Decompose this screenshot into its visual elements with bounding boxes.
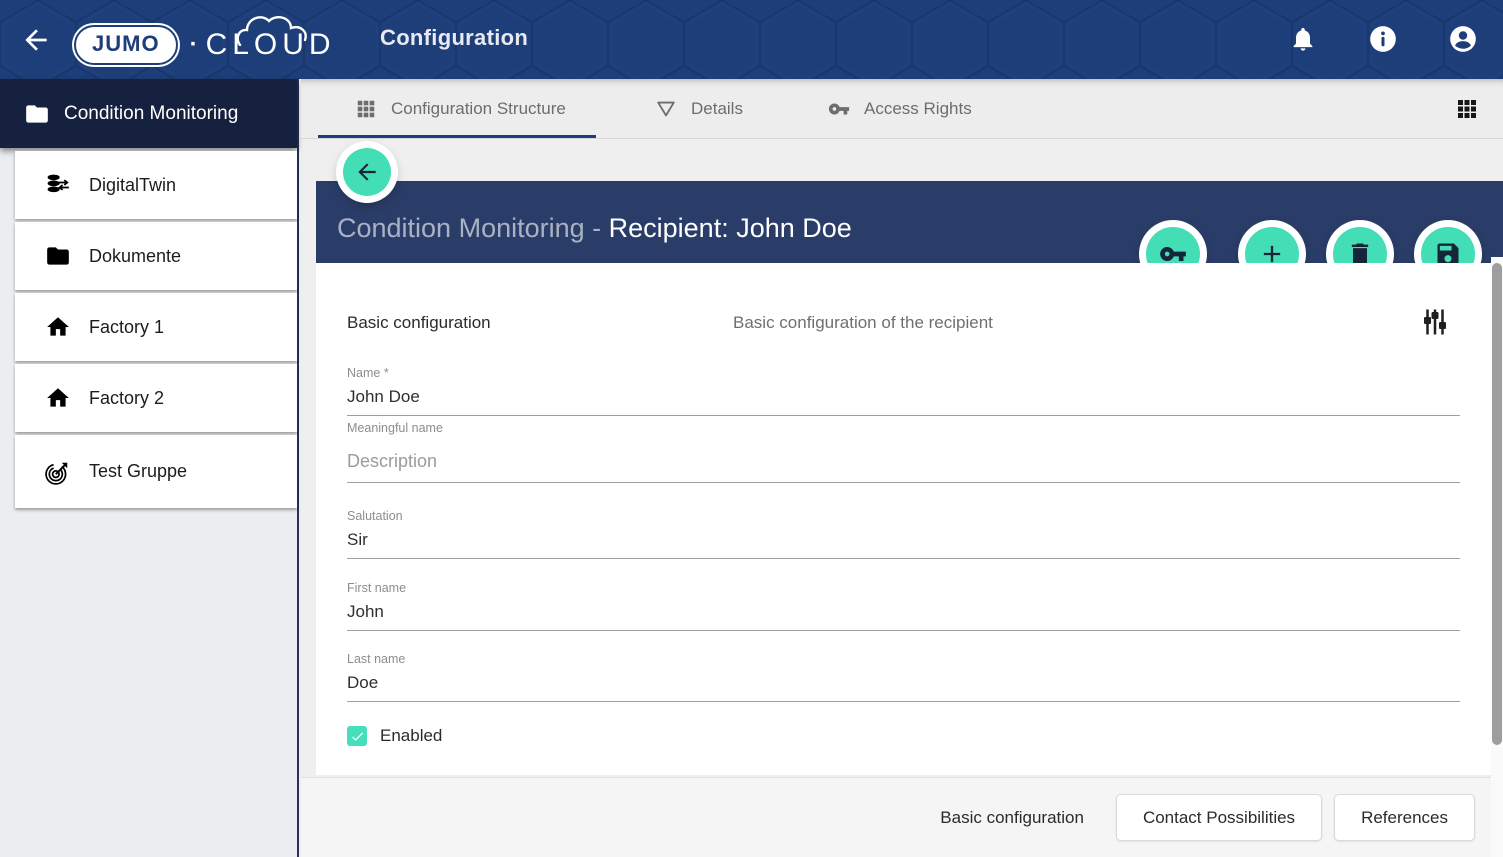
first-name-label: First name (347, 581, 1460, 595)
tab-label: Access Rights (864, 99, 972, 119)
salutation-label: Salutation (347, 509, 1460, 523)
key-icon (828, 98, 850, 120)
sidebar-item-label: Factory 2 (89, 388, 164, 409)
sidebar-item-dokumente[interactable]: Dokumente (15, 222, 297, 290)
sidebar-item-digitaltwin[interactable]: DigitalTwin (15, 151, 297, 219)
target-icon (45, 459, 71, 485)
account-button[interactable] (1449, 25, 1477, 53)
tab-configuration-structure[interactable]: Configuration Structure (355, 79, 566, 139)
bell-icon (1289, 25, 1317, 53)
check-icon (350, 729, 365, 744)
scrollbar-thumb[interactable] (1492, 263, 1502, 745)
home-icon (45, 385, 71, 411)
account-icon (1449, 25, 1477, 53)
grid-icon (1455, 97, 1479, 121)
arrow-left-icon (354, 159, 380, 185)
jumo-brand: JUMO (74, 25, 178, 65)
footer-current-section: Basic configuration (940, 808, 1084, 828)
last-name-input[interactable] (347, 670, 1460, 702)
sidebar-item-factory-1[interactable]: Factory 1 (15, 293, 297, 361)
grid-icon (355, 98, 377, 120)
name-label: Name * (347, 366, 1460, 380)
section-subtitle: Basic configuration of the recipient (733, 313, 993, 333)
footer-bar: Basic configuration Contact Possibilitie… (301, 777, 1503, 857)
layout-grid-button[interactable] (1455, 97, 1479, 121)
sidebar-header-label: Condition Monitoring (64, 103, 238, 125)
page-title: Configuration (380, 25, 528, 51)
folder-icon (24, 101, 50, 127)
detail-title: Condition Monitoring - Recipient: John D… (337, 213, 852, 244)
digital-twin-icon (45, 172, 71, 198)
funnel-icon (655, 98, 677, 120)
app-window: JUMO · CLOUD Configuration (0, 0, 1503, 857)
sidebar-item-label: Factory 1 (89, 317, 164, 338)
detail-title-prefix: Condition Monitoring - (337, 213, 609, 243)
tune-button[interactable] (1420, 307, 1450, 337)
folder-icon (45, 243, 71, 269)
form-panel: Basic configuration Basic configuration … (316, 263, 1491, 775)
jumo-cloud-logo: JUMO · CLOUD (74, 22, 336, 68)
tab-details[interactable]: Details (655, 79, 743, 139)
tab-label: Configuration Structure (391, 99, 566, 119)
tab-label: Details (691, 99, 743, 119)
logo-separator: · (190, 31, 198, 59)
enabled-checkbox-row[interactable]: Enabled (347, 726, 442, 746)
sidebar-item-label: Dokumente (89, 246, 181, 267)
last-name-label: Last name (347, 652, 1460, 666)
back-arrow-button[interactable] (20, 24, 52, 56)
notifications-button[interactable] (1289, 25, 1317, 53)
sidebar-item-factory-2[interactable]: Factory 2 (15, 364, 297, 432)
first-name-input[interactable] (347, 599, 1460, 631)
active-tab-indicator (318, 135, 596, 138)
enabled-checkbox[interactable] (347, 726, 367, 746)
cloud-outline-icon (234, 12, 320, 46)
salutation-input[interactable] (347, 527, 1460, 559)
detail-back-button[interactable] (343, 148, 391, 196)
tabbar: Configuration Structure Details Access R… (301, 79, 1503, 139)
sidebar-item-label: Test Gruppe (89, 461, 187, 482)
sidebar-header-condition-monitoring[interactable]: Condition Monitoring (0, 79, 297, 148)
detail-header-band: Condition Monitoring - Recipient: John D… (316, 181, 1503, 263)
section-title: Basic configuration (347, 313, 491, 333)
tab-access-rights[interactable]: Access Rights (828, 79, 972, 139)
meaningful-name-label: Meaningful name (347, 421, 1460, 435)
enabled-label: Enabled (380, 726, 442, 746)
sliders-icon (1420, 307, 1450, 337)
vertical-scrollbar (1491, 257, 1503, 857)
detail-title-main: Recipient: John Doe (609, 213, 852, 243)
meaningful-name-input[interactable] (347, 439, 1460, 483)
references-button[interactable]: References (1334, 794, 1475, 841)
contact-possibilities-button[interactable]: Contact Possibilities (1116, 794, 1322, 841)
topbar: JUMO · CLOUD Configuration (0, 0, 1503, 79)
info-button[interactable] (1369, 25, 1397, 53)
info-icon (1369, 25, 1397, 53)
home-icon (45, 314, 71, 340)
sidebar: Condition Monitoring DigitalTwin Dokumen… (0, 79, 299, 857)
sidebar-item-label: DigitalTwin (89, 175, 176, 196)
name-input[interactable] (347, 384, 1460, 416)
sidebar-item-test-gruppe[interactable]: Test Gruppe (15, 435, 297, 508)
arrow-left-icon (20, 24, 52, 56)
